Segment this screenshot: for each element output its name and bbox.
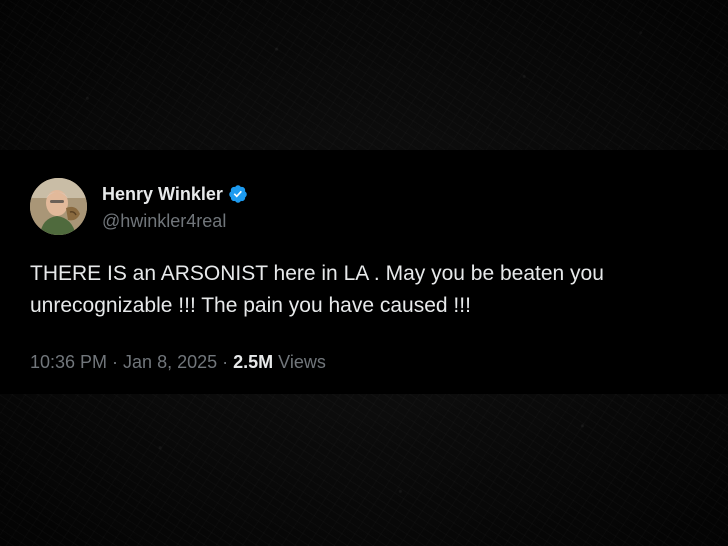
author-handle[interactable]: @hwinkler4real [102, 211, 226, 232]
author-display-name[interactable]: Henry Winkler [102, 184, 223, 205]
tweet-meta: 10:36 PM · Jan 8, 2025 · 2.5M Views [30, 352, 326, 373]
meta-separator: · [112, 352, 119, 372]
tweet-card[interactable]: Henry Winkler @hwinkler4real THERE IS an… [0, 150, 728, 394]
meta-separator: · [222, 352, 229, 372]
verified-badge-icon[interactable] [228, 184, 248, 204]
tweet-time[interactable]: 10:36 PM [30, 352, 107, 372]
views-count[interactable]: 2.5M [233, 352, 273, 372]
tweet-text: THERE IS an ARSONIST here in LA . May yo… [30, 262, 604, 317]
avatar[interactable] [30, 178, 87, 235]
avatar-image [30, 178, 87, 235]
views-label: Views [278, 352, 326, 372]
author-name-row: Henry Winkler [102, 182, 248, 206]
tweet-date[interactable]: Jan 8, 2025 [123, 352, 217, 372]
